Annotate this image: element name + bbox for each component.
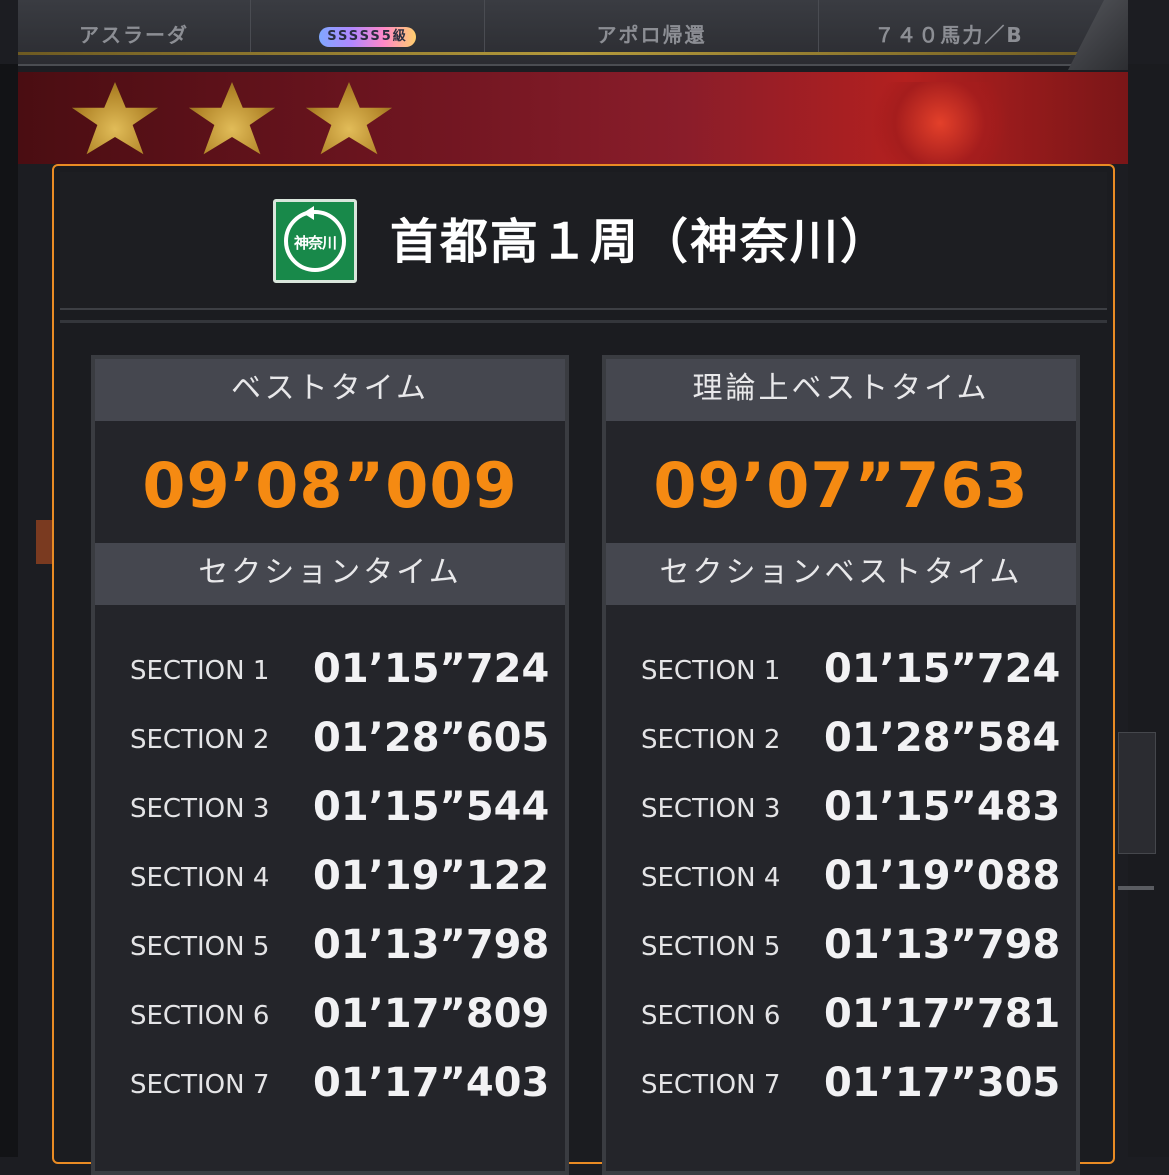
theoretical-best-panel: 理論上ベストタイム 09’07”763 セクションベストタイム SECTION …	[602, 355, 1080, 1175]
section-time: 01’28”584	[824, 715, 1061, 761]
section-time: 01’17”305	[824, 1060, 1061, 1106]
section-label: SECTION 5	[130, 932, 270, 962]
course-route-icon: 神奈川	[273, 199, 357, 283]
section-time: 01’15”483	[824, 784, 1061, 830]
section-row: SECTION 7 01’17”403	[95, 1051, 565, 1120]
section-label: SECTION 5	[641, 932, 781, 962]
car-power: ７４０馬力／B	[874, 23, 1024, 47]
section-row: SECTION 4 01’19”088	[606, 844, 1076, 913]
section-row: SECTION 3 01’15”544	[95, 775, 565, 844]
background-right-line	[1118, 886, 1154, 890]
profile-header-bar: アスラーダ SSSSS5級 アポロ帰還 ７４０馬力／B	[18, 0, 1128, 70]
rank-cell: SSSSS5級	[251, 18, 484, 52]
course-icon-label: 神奈川	[293, 234, 337, 252]
section-time: 01’15”724	[824, 646, 1061, 692]
best-time-panel: ベストタイム 09’08”009 セクションタイム SECTION 1 01’1…	[91, 355, 569, 1175]
section-row: SECTION 2 01’28”584	[606, 706, 1076, 775]
background-left-tab	[36, 520, 52, 564]
gold-trim	[18, 52, 1128, 55]
section-label: SECTION 4	[130, 863, 270, 893]
loop-arrow-icon	[303, 206, 314, 220]
section-row: SECTION 5 01’13”798	[95, 913, 565, 982]
section-times-header: セクションタイム	[95, 543, 565, 605]
section-times-list: SECTION 1 01’15”724 SECTION 2 01’28”605 …	[95, 637, 565, 1120]
section-row: SECTION 6 01’17”809	[95, 982, 565, 1051]
banner-emblem	[860, 82, 1020, 164]
section-row: SECTION 6 01’17”781	[606, 982, 1076, 1051]
section-time: 01’15”544	[313, 784, 550, 830]
background-right-panel	[1118, 732, 1156, 854]
team-name: アポロ帰還	[596, 23, 707, 47]
course-record-dialog: 神奈川 首都高１周（神奈川） ベストタイム 09’08”009 セクションタイム…	[52, 164, 1115, 1175]
section-time: 01’17”781	[824, 991, 1061, 1037]
best-time-header: ベストタイム	[95, 359, 565, 421]
car-name: アスラーダ	[79, 23, 189, 47]
section-best-times-list: SECTION 1 01’15”724 SECTION 2 01’28”584 …	[606, 637, 1076, 1120]
section-label: SECTION 3	[641, 794, 781, 824]
background-left-edge	[0, 64, 18, 1157]
section-label: SECTION 3	[130, 794, 270, 824]
section-label: SECTION 7	[641, 1070, 781, 1100]
section-time: 01’17”403	[313, 1060, 550, 1106]
best-time-value: 09’08”009	[142, 449, 518, 522]
section-time: 01’15”724	[313, 646, 550, 692]
dialog-header: 神奈川 首都高１周（神奈川）	[60, 172, 1107, 310]
section-time: 01’19”122	[313, 853, 550, 899]
section-label: SECTION 4	[641, 863, 781, 893]
section-best-times-header: セクションベストタイム	[606, 543, 1076, 605]
section-row: SECTION 5 01’13”798	[606, 913, 1076, 982]
section-time: 01’17”809	[313, 991, 550, 1037]
section-time: 01’19”088	[824, 853, 1061, 899]
section-row: SECTION 3 01’15”483	[606, 775, 1076, 844]
section-label: SECTION 1	[130, 656, 270, 686]
header-separator	[60, 320, 1107, 323]
section-row: SECTION 2 01’28”605	[95, 706, 565, 775]
section-time: 01’13”798	[824, 922, 1061, 968]
background-right-edge	[1128, 64, 1169, 1157]
section-label: SECTION 7	[130, 1070, 270, 1100]
section-label: SECTION 6	[641, 1001, 781, 1031]
section-row: SECTION 4 01’19”122	[95, 844, 565, 913]
course-title: 首都高１周（神奈川）	[390, 214, 891, 270]
section-time: 01’13”798	[313, 922, 550, 968]
section-row: SECTION 1 01’15”724	[95, 637, 565, 706]
section-label: SECTION 1	[641, 656, 781, 686]
section-label: SECTION 6	[130, 1001, 270, 1031]
theoretical-best-value: 09’07”763	[653, 449, 1029, 522]
section-time: 01’28”605	[313, 715, 550, 761]
rank-badge: SSSSS5級	[319, 26, 416, 47]
section-label: SECTION 2	[641, 725, 781, 755]
theoretical-best-header: 理論上ベストタイム	[606, 359, 1076, 421]
section-label: SECTION 2	[130, 725, 270, 755]
section-row: SECTION 1 01’15”724	[606, 637, 1076, 706]
section-row: SECTION 7 01’17”305	[606, 1051, 1076, 1120]
